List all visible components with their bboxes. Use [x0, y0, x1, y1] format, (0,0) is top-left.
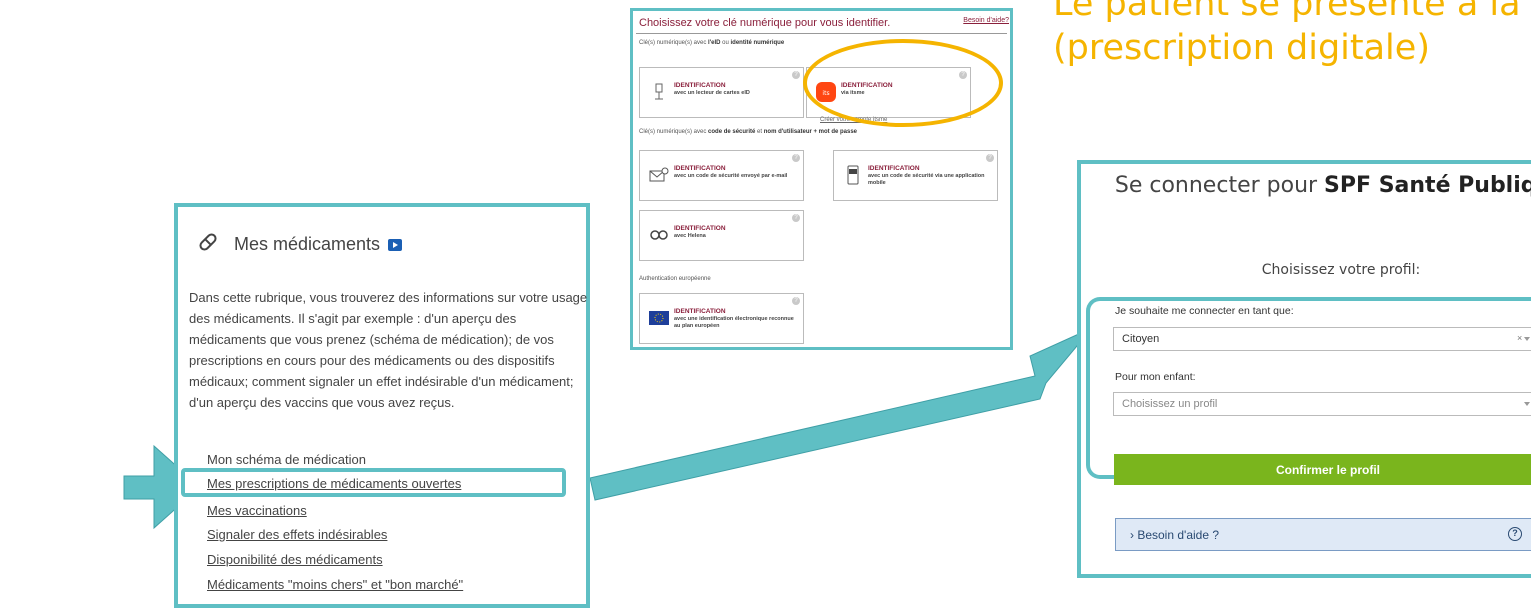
card-subtitle: avec un code de sécurité via une applica…: [868, 173, 985, 186]
help-icon[interactable]: ?: [792, 214, 800, 222]
chevron-down-icon[interactable]: [1524, 402, 1530, 406]
card-european-eid[interactable]: IDENTIFICATION avec une identification é…: [639, 293, 804, 344]
card-title: IDENTIFICATION: [674, 308, 726, 315]
helena-icon: [649, 225, 669, 245]
eu-flag-icon: [649, 308, 669, 328]
role-value: Citoyen: [1122, 333, 1160, 345]
child-profile-placeholder: Choisissez un profil: [1122, 398, 1218, 410]
video-badge-icon[interactable]: [388, 238, 403, 251]
help-accordion[interactable]: › Besoin d'aide ? ?: [1115, 518, 1531, 551]
card-title: IDENTIFICATION: [868, 165, 920, 172]
medicines-header: Mes médicaments: [196, 230, 403, 259]
mobile-app-icon: [843, 165, 863, 185]
card-title: IDENTIFICATION: [674, 165, 726, 172]
child-profile-select[interactable]: Choisissez un profil: [1113, 392, 1531, 416]
medicines-description: Dans cette rubrique, vous trouverez des …: [189, 290, 588, 410]
card-email-code[interactable]: IDENTIFICATION avec un code de sécurité …: [639, 150, 804, 201]
link-cheaper-medicines[interactable]: Médicaments "moins chers" et "bon marché…: [207, 577, 463, 592]
link-medicine-availability[interactable]: Disponibilité des médicaments: [207, 552, 383, 567]
itsme-highlight-ellipse: [803, 39, 1003, 127]
card-helena[interactable]: IDENTIFICATION avec Helena ?: [639, 210, 804, 261]
eid-title: Choisissez votre clé numérique pour vous…: [639, 17, 891, 29]
link-vaccinations[interactable]: Mes vaccinations: [207, 503, 307, 518]
confirm-profile-button[interactable]: Confirmer le profil: [1114, 454, 1531, 485]
role-label: Je souhaite me connecter en tant que:: [1115, 305, 1294, 317]
question-circle-icon[interactable]: ?: [1508, 527, 1522, 541]
card-title: IDENTIFICATION: [674, 225, 726, 232]
eid-selection-panel: Choisissez votre clé numérique pour vous…: [630, 8, 1013, 350]
section-security-code-label: Clé(s) numérique(s) avec code de sécurit…: [639, 129, 858, 135]
card-reader-icon: [649, 82, 669, 102]
card-subtitle: avec un lecteur de cartes eID: [674, 90, 750, 96]
help-icon[interactable]: ?: [986, 154, 994, 162]
email-code-icon: [649, 165, 669, 185]
card-subtitle: avec une identification électronique rec…: [674, 316, 794, 329]
link-report-side-effects[interactable]: Signaler des effets indésirables: [207, 527, 387, 542]
medicines-title: Mes médicaments: [234, 234, 381, 254]
child-label: Pour mon enfant:: [1115, 371, 1196, 383]
section-eid-label: Clé(s) numérique(s) avec l'eID ou identi…: [639, 40, 785, 46]
card-eid-reader[interactable]: IDENTIFICATION avec un lecteur de cartes…: [639, 67, 804, 118]
section-european-label: Authentication européenne: [639, 276, 711, 282]
card-subtitle: avec Helena: [674, 233, 706, 239]
help-icon[interactable]: ?: [792, 297, 800, 305]
card-mobile-app[interactable]: IDENTIFICATION avec un code de sécurité …: [833, 150, 998, 201]
prescriptions-highlight-box: [181, 468, 566, 497]
medicines-panel: Mes médicaments Dans cette rubrique, vou…: [174, 203, 590, 608]
help-icon[interactable]: ?: [792, 71, 800, 79]
divider: [636, 33, 1007, 34]
link-medication-schema[interactable]: Mon schéma de médication: [207, 452, 366, 467]
help-icon[interactable]: ?: [792, 154, 800, 162]
right-arrow-icon: [589, 327, 1093, 501]
profile-highlight-box: [1086, 297, 1531, 479]
pill-icon: [196, 230, 220, 259]
login-heading: Se connecter pour SPF Santé Publique: [1114, 173, 1531, 198]
card-subtitle: avec un code de sécurité envoyé par e-ma…: [674, 173, 788, 179]
eid-help-link[interactable]: Besoin d'aide?: [963, 17, 1009, 24]
role-select[interactable]: Citoyen ×: [1113, 327, 1531, 351]
choose-profile-label: Choisissez votre profil:: [1261, 262, 1421, 278]
clear-icon[interactable]: ×: [1517, 333, 1522, 343]
help-label: › Besoin d'aide ?: [1130, 528, 1220, 542]
card-title: IDENTIFICATION: [674, 82, 726, 89]
chevron-down-icon[interactable]: [1524, 337, 1530, 341]
